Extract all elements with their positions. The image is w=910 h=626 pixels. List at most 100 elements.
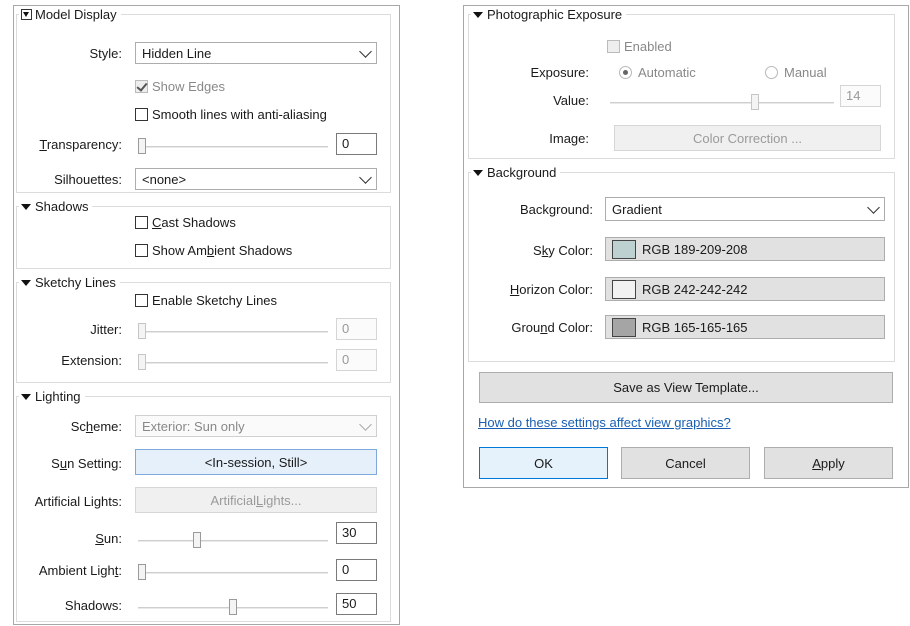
style-dropdown[interactable]: Hidden Line — [135, 42, 377, 64]
lighting-title: Lighting — [35, 389, 81, 404]
silhouettes-dropdown[interactable]: <none> — [135, 168, 377, 190]
cast-shadows-checkbox[interactable]: Cast Shadows — [135, 215, 236, 230]
exposure-enabled-checkbox[interactable]: Enabled — [607, 39, 672, 54]
ambient-shadows-label: Show Ambient Shadows — [152, 243, 293, 258]
background-section: Background Background: Gradient Sky Colo… — [468, 165, 895, 362]
sun-input[interactable]: 30 — [336, 522, 377, 544]
shadows-header[interactable]: Shadows — [19, 199, 93, 214]
scheme-label: Scheme: — [70, 419, 122, 434]
sun-setting-button[interactable]: <In-session, Still> — [135, 449, 377, 475]
exposure-value-slider[interactable] — [610, 102, 834, 104]
model-display-title: Model Display — [35, 7, 117, 22]
jitter-label: Jitter: — [90, 322, 122, 337]
artificial-lights-label: Artificial Lights: — [34, 494, 122, 509]
exposure-value-input[interactable]: 14 — [840, 85, 881, 107]
sun-slider[interactable] — [138, 540, 328, 542]
jitter-input[interactable]: 0 — [336, 318, 377, 340]
sky-color-button[interactable]: RGB 189-209-208 — [605, 237, 885, 261]
horizon-color-value: RGB 242-242-242 — [642, 281, 748, 297]
extension-slider[interactable] — [138, 362, 328, 364]
exposure-automatic-radio[interactable]: Automatic — [619, 65, 696, 80]
shadows-intensity-input[interactable]: 50 — [336, 593, 377, 615]
ambient-shadows-checkbox[interactable]: Show Ambient Shadows — [135, 243, 292, 258]
cast-shadows-label: Cast Shadows — [152, 215, 236, 230]
smooth-lines-label: Smooth lines with anti-aliasing — [152, 107, 327, 122]
help-link[interactable]: How do these settings affect view graphi… — [478, 415, 731, 430]
ground-color-value: RGB 165-165-165 — [642, 319, 748, 335]
show-edges-label: Show Edges — [152, 79, 225, 94]
ambient-light-input[interactable]: 0 — [336, 559, 377, 581]
scheme-value: Exterior: Sun only — [142, 418, 245, 434]
enable-sketchy-lines-checkbox[interactable]: Enable Sketchy Lines — [135, 293, 277, 308]
collapse-triangle-icon — [473, 11, 483, 18]
radio-selected-icon — [619, 66, 632, 79]
horizon-color-label: Horizon Color: — [509, 282, 593, 297]
transparency-label: Transparency: — [39, 137, 122, 152]
transparency-slider-thumb[interactable] — [138, 138, 146, 154]
exposure-manual-label: Manual — [784, 65, 827, 80]
collapse-icon — [21, 9, 32, 20]
extension-slider-thumb[interactable] — [138, 354, 146, 370]
ambient-light-slider[interactable] — [138, 572, 328, 574]
silhouettes-value: <none> — [142, 171, 187, 187]
background-title: Background — [487, 165, 557, 180]
value-label: Value: — [553, 93, 589, 108]
checkbox-icon — [135, 108, 148, 121]
sketchy-lines-header[interactable]: Sketchy Lines — [19, 275, 120, 290]
collapse-triangle-icon — [473, 169, 483, 176]
background-label: Background: — [519, 202, 593, 217]
ground-color-button[interactable]: RGB 165-165-165 — [605, 315, 885, 339]
sketchy-lines-section: Sketchy Lines Enable Sketchy Lines Jitte… — [16, 275, 391, 383]
chevron-down-icon — [359, 44, 372, 58]
jitter-slider[interactable] — [138, 331, 328, 333]
graphic-display-options-left-panel: Model Display Style: Hidden Line Show Ed… — [13, 5, 400, 625]
shadows-intensity-slider-thumb[interactable] — [229, 599, 237, 615]
color-correction-button[interactable]: Color Correction ... — [614, 125, 881, 151]
style-label: Style: — [89, 46, 122, 61]
save-as-view-template-button[interactable]: Save as View Template... — [479, 372, 893, 403]
horizon-color-button[interactable]: RGB 242-242-242 — [605, 277, 885, 301]
apply-button[interactable]: Apply — [764, 447, 893, 479]
lighting-header[interactable]: Lighting — [19, 389, 85, 404]
ground-color-label: Ground Color: — [511, 320, 593, 335]
chevron-down-icon — [359, 417, 372, 431]
background-value: Gradient — [612, 201, 662, 217]
sky-color-swatch — [612, 239, 636, 259]
show-edges-checkbox[interactable]: Show Edges — [135, 79, 225, 94]
exposure-enabled-label: Enabled — [624, 39, 672, 54]
photographic-exposure-header[interactable]: Photographic Exposure — [471, 7, 627, 22]
sun-slider-thumb[interactable] — [192, 532, 201, 548]
model-display-header[interactable]: Model Display — [19, 7, 121, 22]
transparency-input[interactable]: 0 — [336, 133, 377, 155]
style-value: Hidden Line — [142, 45, 212, 61]
ok-button[interactable]: OK — [479, 447, 608, 479]
checkbox-icon — [607, 40, 620, 53]
checkbox-icon — [135, 294, 148, 307]
smooth-lines-checkbox[interactable]: Smooth lines with anti-aliasing — [135, 107, 327, 122]
exposure-label: Exposure: — [530, 65, 589, 80]
silhouettes-label: Silhouettes: — [54, 172, 122, 187]
horizon-color-swatch — [612, 279, 636, 299]
sun-setting-label: Sun Setting: — [51, 456, 122, 471]
jitter-slider-thumb[interactable] — [138, 323, 146, 339]
ambient-light-slider-thumb[interactable] — [138, 564, 146, 580]
checkbox-checked-icon — [135, 80, 148, 93]
extension-input[interactable]: 0 — [336, 349, 377, 371]
artificial-lights-button[interactable]: Artificial Lights... — [135, 487, 377, 513]
cancel-button[interactable]: Cancel — [621, 447, 750, 479]
model-display-section: Model Display Style: Hidden Line Show Ed… — [16, 7, 391, 193]
scheme-dropdown[interactable]: Exterior: Sun only — [135, 415, 377, 437]
background-header[interactable]: Background — [471, 165, 561, 180]
background-dropdown[interactable]: Gradient — [605, 197, 885, 221]
chevron-down-icon — [867, 200, 880, 214]
sky-color-label: Sky Color: — [533, 243, 593, 258]
collapse-triangle-icon — [21, 279, 31, 286]
ambient-light-label: Ambient Light: — [38, 563, 122, 578]
transparency-slider[interactable] — [138, 146, 328, 148]
photographic-exposure-title: Photographic Exposure — [487, 7, 623, 22]
exposure-manual-radio[interactable]: Manual — [765, 65, 827, 80]
chevron-down-icon — [359, 170, 372, 184]
sun-label: Sun: — [95, 531, 122, 546]
lighting-section: Lighting Scheme: Exterior: Sun only Sun … — [16, 389, 391, 622]
exposure-value-slider-thumb[interactable] — [751, 94, 759, 110]
